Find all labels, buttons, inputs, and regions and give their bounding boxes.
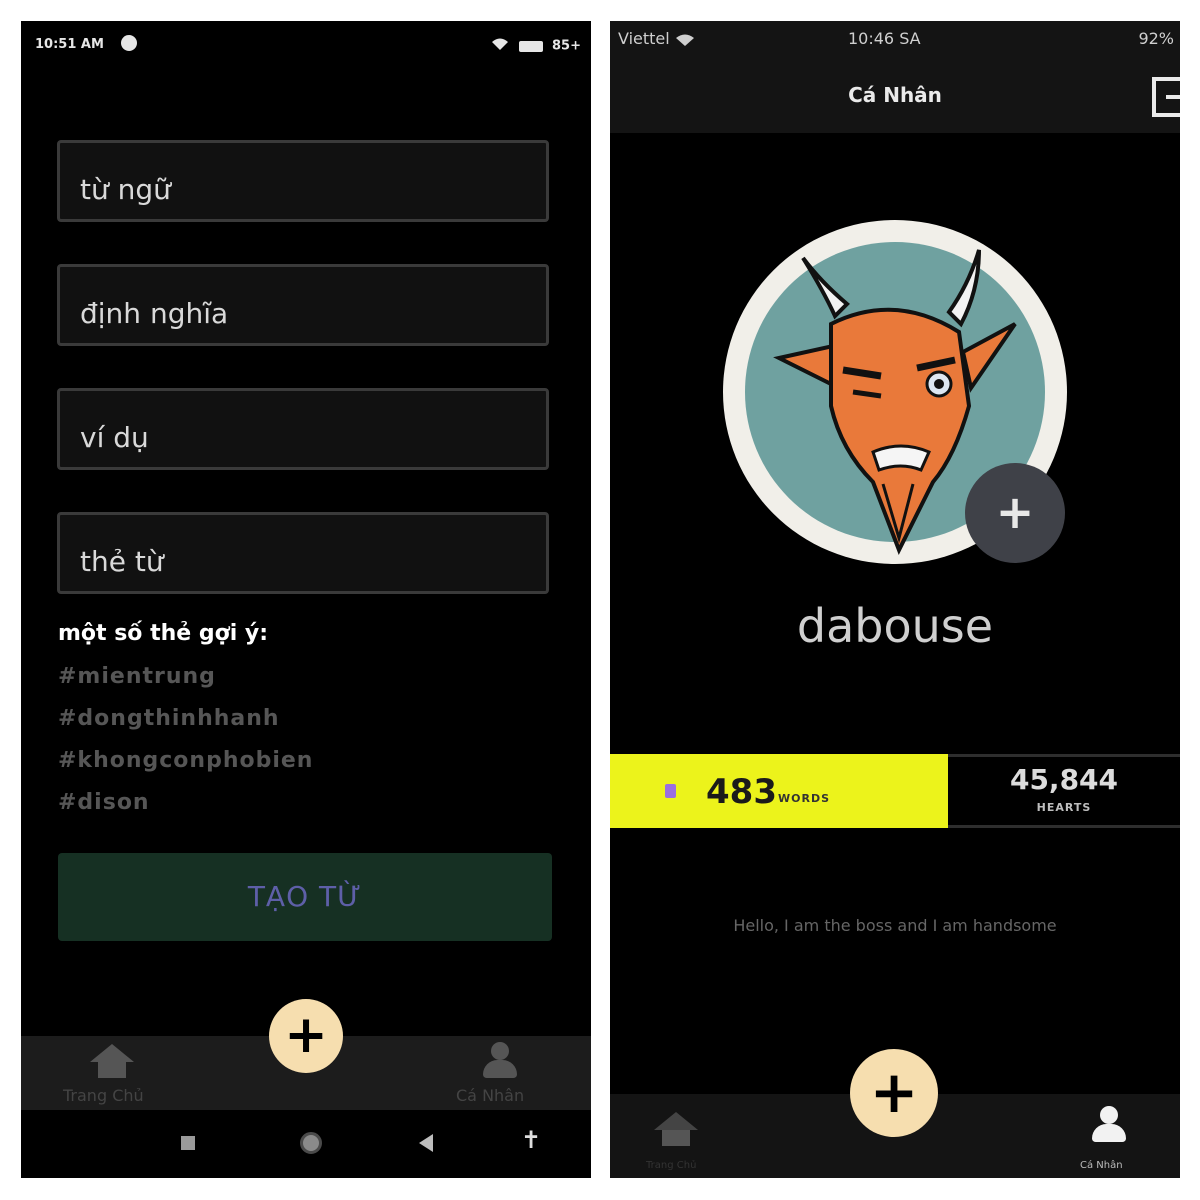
suggested-tag[interactable]: #dongthinhhanh xyxy=(58,706,280,731)
nav-home-label: Trang Chủ xyxy=(646,1160,697,1171)
nav-profile-label: Cá Nhân xyxy=(1080,1160,1123,1171)
suggested-tags-title: một số thẻ gợi ý: xyxy=(58,621,269,646)
suggested-tag[interactable]: #khongconphobien xyxy=(58,748,313,773)
words-stat[interactable]: 483 WORDS xyxy=(610,754,948,828)
back-icon[interactable] xyxy=(419,1134,433,1152)
wifi-icon xyxy=(675,34,694,46)
create-word-button[interactable]: TẠO TỪ xyxy=(58,853,552,941)
suggested-tag[interactable]: #dison xyxy=(58,790,150,815)
logout-arrow xyxy=(1166,95,1180,99)
words-label: WORDS xyxy=(778,792,831,805)
home-icon xyxy=(654,1112,698,1146)
status-battery: 92% xyxy=(1138,29,1174,48)
battery-icon xyxy=(519,40,544,52)
add-button[interactable]: + xyxy=(850,1049,938,1137)
example-placeholder: ví dụ xyxy=(80,421,149,454)
recent-apps-icon[interactable] xyxy=(181,1136,195,1150)
wifi-icon xyxy=(491,37,509,55)
top-bar: Viettel 10:46 SA 92% Cá Nhân xyxy=(610,21,1180,133)
page-title: Cá Nhân xyxy=(848,83,942,107)
system-nav-bar: ✝ xyxy=(21,1110,591,1178)
status-right: 85+ xyxy=(491,37,581,55)
add-avatar-button[interactable]: + xyxy=(965,463,1065,563)
user-bio: Hello, I am the boss and I am handsome xyxy=(733,916,1057,935)
battery-level: 85+ xyxy=(552,38,581,54)
word-placeholder: từ ngữ xyxy=(80,173,171,206)
definition-input[interactable]: định nghĩa xyxy=(57,264,549,346)
accessibility-icon[interactable]: ✝ xyxy=(521,1126,541,1154)
word-icon xyxy=(665,784,676,798)
carrier-name: Viettel xyxy=(618,29,670,48)
definition-placeholder: định nghĩa xyxy=(80,297,229,330)
hearts-stat[interactable]: 45,844 HEARTS xyxy=(948,754,1180,828)
profile-screen: Viettel 10:46 SA 92% Cá Nhân + dabouse 4… xyxy=(610,21,1180,1178)
status-time: 10:51 AM xyxy=(35,37,104,52)
hearts-label: HEARTS xyxy=(1036,801,1092,814)
example-input[interactable]: ví dụ xyxy=(57,388,549,470)
status-carrier: Viettel xyxy=(618,29,695,48)
tag-input[interactable]: thẻ từ xyxy=(57,512,549,594)
tag-placeholder: thẻ từ xyxy=(80,545,164,578)
hearts-count: 45,844 xyxy=(1009,763,1119,796)
status-bar: 10:51 AM 85+ xyxy=(21,21,591,69)
home-icon xyxy=(90,1044,134,1078)
words-count: 483 xyxy=(706,772,777,812)
create-word-screen: 10:51 AM 85+ từ ngữ định nghĩa ví dụ thẻ… xyxy=(21,21,591,1178)
home-button-icon[interactable] xyxy=(300,1132,322,1154)
nav-profile-label: Cá Nhân xyxy=(456,1086,525,1105)
word-input[interactable]: từ ngữ xyxy=(57,140,549,222)
status-time: 10:46 SA xyxy=(848,29,921,48)
battery-level: 92% xyxy=(1138,29,1174,48)
nav-home-label: Trang Chủ xyxy=(63,1086,144,1105)
suggested-tag[interactable]: #mientrung xyxy=(58,664,216,689)
username: dabouse xyxy=(796,599,994,653)
alarm-icon xyxy=(121,35,137,51)
add-button[interactable]: + xyxy=(269,999,343,1073)
